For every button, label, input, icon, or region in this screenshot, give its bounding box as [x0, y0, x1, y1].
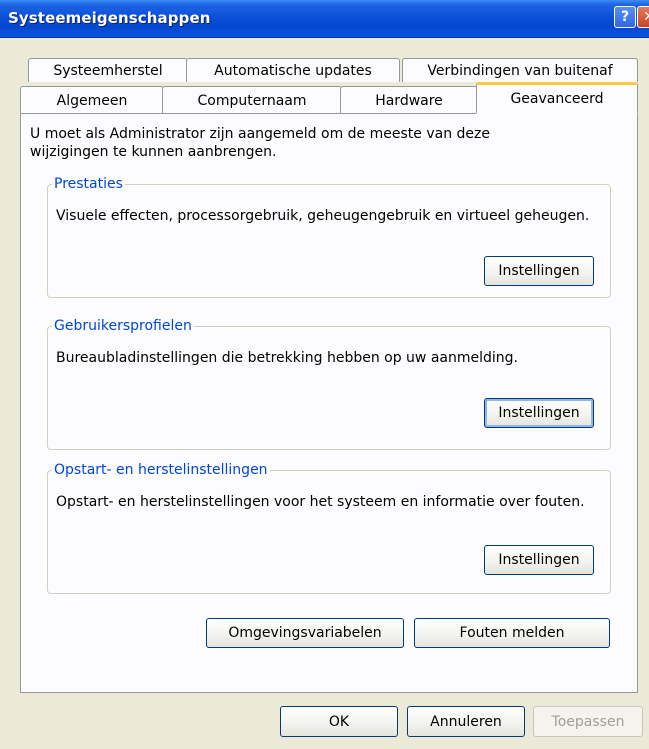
tab-label: Computernaam — [197, 92, 307, 109]
group-description: Opstart- en herstelinstellingen voor het… — [56, 494, 585, 510]
group-description: Visuele effecten, processorgebruik, gehe… — [56, 208, 590, 224]
tab-geavanceerd[interactable]: Geavanceerd — [476, 82, 638, 114]
tab-label: Geavanceerd — [510, 91, 604, 107]
tab-computernaam[interactable]: Computernaam — [162, 86, 342, 114]
system-properties-window: Systeemeigenschappen ? ✕ Systeemherstel … — [0, 0, 649, 749]
title-bar[interactable]: Systeemeigenschappen ? ✕ — [0, 0, 649, 38]
ok-button[interactable]: OK — [280, 706, 398, 737]
environment-variables-button[interactable]: Omgevingsvariabelen — [206, 618, 404, 648]
error-reporting-button[interactable]: Fouten melden — [414, 618, 610, 648]
tab-label: Algemeen — [56, 92, 128, 109]
close-button[interactable]: ✕ — [637, 6, 649, 28]
window-title: Systeemeigenschappen — [8, 9, 211, 27]
tab-algemeen[interactable]: Algemeen — [20, 86, 164, 114]
tab-label: Hardware — [375, 92, 443, 109]
tab-label: Verbindingen van buitenaf — [427, 62, 613, 79]
help-button[interactable]: ? — [614, 6, 636, 28]
close-icon: ✕ — [643, 9, 649, 25]
group-user-profiles: Gebruikersprofielen Bureaubladinstelling… — [47, 318, 611, 450]
help-icon: ? — [620, 9, 630, 25]
group-startup-recovery: Opstart- en herstelinstellingen Opstart-… — [47, 462, 611, 594]
group-description: Bureaubladinstellingen die betrekking he… — [56, 350, 518, 366]
tab-automatische-updates[interactable]: Automatische updates — [186, 58, 400, 82]
group-title: Opstart- en herstelinstellingen — [52, 462, 270, 478]
group-title: Prestaties — [52, 176, 125, 192]
startup-settings-button[interactable]: Instellingen — [484, 545, 594, 575]
group-title: Gebruikersprofielen — [52, 318, 194, 334]
performance-settings-button[interactable]: Instellingen — [484, 256, 594, 286]
cancel-button[interactable]: Annuleren — [407, 706, 525, 737]
apply-button[interactable]: Toepassen — [533, 706, 643, 737]
profiles-settings-button[interactable]: Instellingen — [484, 398, 594, 428]
tab-label: Automatische updates — [214, 62, 372, 79]
tab-verbindingen-van-buitenaf[interactable]: Verbindingen van buitenaf — [402, 58, 638, 82]
tab-hardware[interactable]: Hardware — [340, 86, 478, 114]
tab-systeemherstel[interactable]: Systeemherstel — [28, 58, 188, 82]
tab-label: Systeemherstel — [53, 62, 163, 79]
admin-notice: U moet als Administrator zijn aangemeld … — [30, 126, 490, 160]
